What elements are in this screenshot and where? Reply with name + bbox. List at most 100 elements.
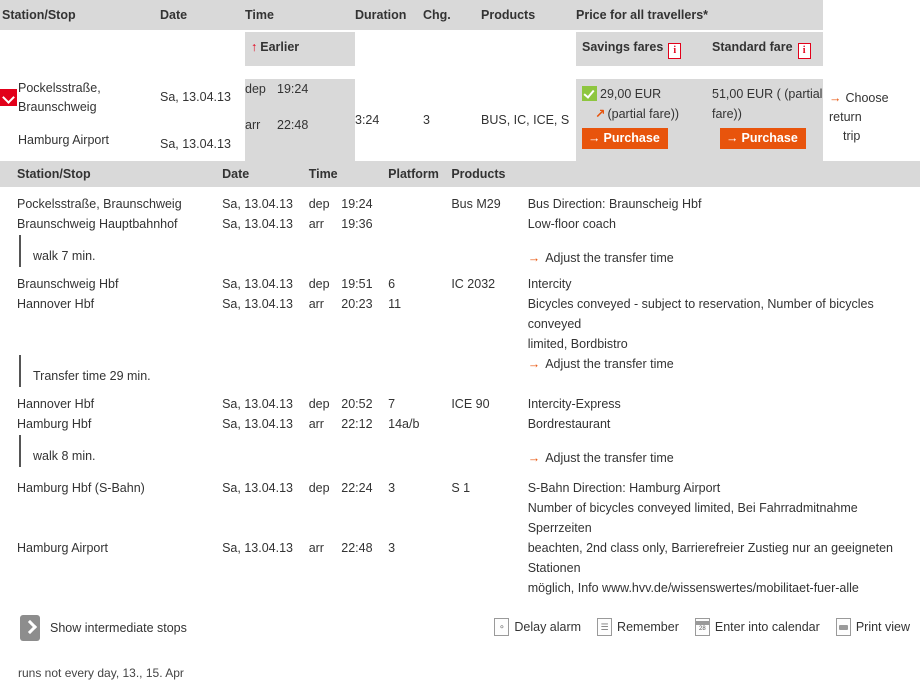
leg-row-arrival: Hannover Hbf Sa, 13.04.13 arr 20:23 11 B… [0,294,920,334]
detail-header-products: Products [451,161,920,187]
leg-dep-label: dep [308,397,330,411]
savings-price-line: 29,00 EUR [582,86,700,103]
header-duration: Duration [355,0,423,32]
purchase-button-standard[interactable]: → Purchase [720,128,806,149]
break-row: Transfer time 29 min. → Adjust the transf… [0,354,920,394]
adjust-transfer-time-link[interactable]: → Adjust the transfer time [528,448,920,474]
footer-actions: ⚬ Delay alarm ☰ Remember 28 Enter into c… [494,618,910,636]
leg-dep-label: dep [308,481,330,495]
leg-row-arrival: Hamburg Hbf Sa, 13.04.13 arr 22:12 14a/b… [0,414,920,434]
selected-marker-cell[interactable] [0,79,18,161]
leg-dep-time: 22:24 [341,481,373,495]
standard-price-line1: 51,00 EUR ( (partial [712,87,823,101]
duration-cell: 3:24 [355,79,423,161]
leg-row-info2: Number of bicycles conveyed limited, Bei… [0,498,920,538]
break-bar-icon [19,235,21,267]
products-cell: BUS, IC, ICE, S [481,79,576,161]
info-icon[interactable]: i [668,43,682,59]
enter-into-calendar-button[interactable]: 28 Enter into calendar [694,618,820,636]
up-arrow-icon: ↑ [251,40,258,54]
header-changes: Chg. [423,0,481,32]
remember-button[interactable]: ☰ Remember [597,618,679,636]
leg-info-line1: Intercity-Express [527,397,621,411]
sub-blank-1 [0,31,18,67]
detail-section: Station/Stop Date Time Platform Products… [0,161,920,598]
adjust-transfer-time-link[interactable]: → Adjust the transfer time [528,354,920,374]
results-subheader-row: ↑ Earlier Savings fares i Standard fare i [0,31,920,67]
delay-alarm-button[interactable]: ⚬ Delay alarm [494,618,581,636]
arr-time: 22:48 [277,118,309,132]
leg-product-blank [451,214,527,234]
arrow-right-icon: → [527,357,541,371]
chevron-down-marker-icon[interactable] [0,89,17,106]
leg-dep-label: dep [308,277,330,291]
printer-icon [835,618,851,636]
leg-row-arrival: Hamburg Airport Sa, 13.04.13 arr 22:48 3… [0,538,920,578]
leg-arr-label: arr [308,297,324,311]
savings-price: 29,00 EUR [600,87,662,101]
break-bar-icon [19,355,21,387]
leg-arr-date: Sa, 13.04.13 [222,541,293,555]
break-label: Transfer time 29 min. [33,369,151,383]
leg-dep-time: 19:24 [341,197,373,211]
leg-dep-platform [388,187,451,214]
leg-dep-time: 20:52 [341,397,373,411]
delay-alarm-label: Delay alarm [514,620,582,634]
arrow-right-icon: → [527,451,541,465]
dep-time: 19:24 [277,82,309,96]
leg-row-departure: Hamburg Hbf (S-Bahn) Sa, 13.04.13 dep 22… [0,474,920,498]
leg-product-blank [451,538,527,578]
arrow-right-icon: → [588,131,601,145]
footnote: runs not every day, 13., 15. Apr [18,666,184,680]
earlier-cell[interactable]: ↑ Earlier [245,31,355,67]
header-station-stop: Station/Stop [0,0,76,32]
adjust-transfer-time-link[interactable]: → Adjust the transfer time [528,248,920,274]
leg-arr-label: arr [308,417,324,431]
break-bar-icon [19,435,21,467]
sub-blank-3 [160,31,245,67]
header-price: Price for all travellers* [576,0,823,32]
gap [0,66,920,79]
results-table: Station/Stop Date Time Duration Chg. Pro… [0,0,920,161]
choose-return-trip-link[interactable]: → Choose return trip [823,79,920,146]
leg-info-line4: möglich, Info www.hvv.de/wissenswertes/m… [527,581,859,595]
break-label: walk 7 min. [33,249,96,263]
earlier-link[interactable]: ↑ Earlier [251,40,299,54]
green-check-icon [582,86,597,101]
walk-break-2: walk 8 min. [0,434,528,474]
standard-price-line2: fare)) [712,107,742,121]
remember-icon: ☰ [597,618,613,636]
leg-spacer [0,578,528,598]
leg-info-line2: Low-floor coach [527,217,616,231]
leg-arr-time: 20:23 [341,297,373,311]
leg-info-line2: Bicycles conveyed - subject to reservati… [527,297,874,331]
print-view-button[interactable]: Print view [835,618,910,636]
break-row: walk 7 min. → Adjust the transfer time [0,234,920,274]
table-row: Pockelsstraße, Braunschweig Hamburg Airp… [0,79,920,161]
arr-date: Sa, 13.04.13 [160,137,231,151]
detail-header-row: Station/Stop Date Time Platform Products [0,161,920,187]
small-arrow-icon: ↗ [595,107,606,121]
enter-into-calendar-label: Enter into calendar [714,620,820,634]
show-intermediate-stops-button[interactable]: Show intermediate stops [20,615,187,641]
sub-blank-7 [823,31,920,67]
leg-product-blank [451,414,527,434]
savings-price-cell: 29,00 EUR ↗ (partial fare)) → Purchase [576,79,706,161]
sub-blank-5 [423,31,481,67]
sub-blank-2 [18,31,160,67]
leg-product: S 1 [451,481,471,495]
leg-info-line1: Intercity [527,277,572,291]
walk-break-1: walk 7 min. [0,234,528,274]
leg-dep-station: Pockelsstraße, Braunschweig [17,197,182,211]
leg-row-info3: limited, Bordbistro [0,334,920,354]
leg-dep-date: Sa, 13.04.13 [222,277,293,291]
savings-fares-cell: Savings fares i [576,31,706,67]
break-label: walk 8 min. [33,449,96,463]
info-icon[interactable]: i [797,43,811,59]
purchase-button-savings[interactable]: → Purchase [582,128,668,149]
header-blank [823,0,920,32]
leg-arr-label: arr [308,217,324,231]
calendar-icon: 28 [694,618,710,636]
detail-table: Station/Stop Date Time Platform Products… [0,161,920,598]
remember-label: Remember [617,620,679,634]
